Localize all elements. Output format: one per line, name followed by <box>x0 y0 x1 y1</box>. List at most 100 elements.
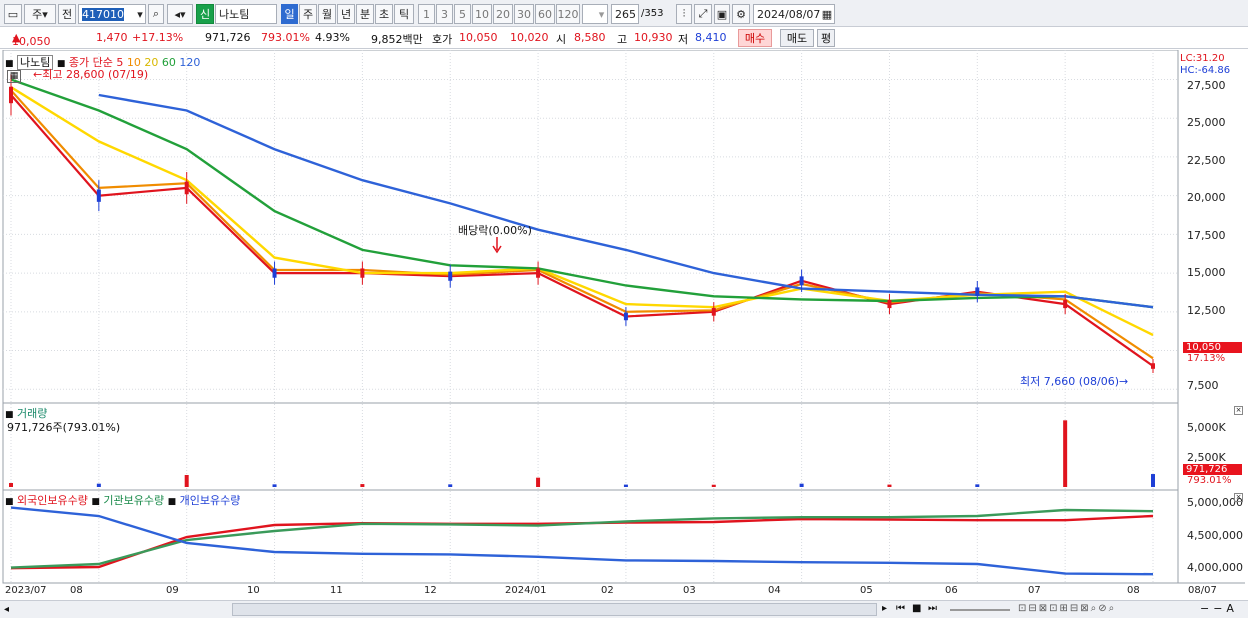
dividend-annotation: 배당락(0.00%) <box>458 224 532 237</box>
open-label: 시 <box>556 33 567 46</box>
candle <box>184 181 189 195</box>
candle <box>799 276 804 286</box>
volume-bar <box>711 484 716 487</box>
interval-1[interactable]: 1 <box>418 4 435 24</box>
volume-bar <box>9 483 13 487</box>
chart-canvas <box>2 50 1245 584</box>
close-icon[interactable]: × <box>1234 406 1243 415</box>
table-icon[interactable]: ▦ <box>7 70 21 83</box>
scrollbar[interactable]: ◂ ▸ ⏮ ■ ⏭ ⊡⊟⊠⊡⊞⊟⊠⌕⊘⌕ −−A <box>0 600 1248 618</box>
holding-legend: ■ 외국인보유수량 ■ 기관보유수량 ■ 개인보유수량 <box>5 494 241 507</box>
volume-frame <box>2 402 1179 491</box>
buy-button[interactable]: 매수 <box>738 29 772 47</box>
candle <box>448 271 453 281</box>
period-week[interactable]: 주 <box>299 4 317 24</box>
zoom-controls[interactable]: −−A <box>1200 602 1238 615</box>
legend-ma120: 120 <box>179 56 201 69</box>
volume-last-pct: 793.01% <box>1187 475 1232 486</box>
speaker-icon[interactable]: ◂▾ <box>167 4 193 24</box>
period-minute[interactable]: 분 <box>356 4 374 24</box>
x-tick: 10 <box>247 585 260 596</box>
gear-icon[interactable]: ⚙ <box>732 4 750 24</box>
last-price-tag: 10,050 <box>1183 342 1242 353</box>
price-tick: 17,500 <box>1187 229 1226 242</box>
prev-button[interactable]: 전 <box>58 4 76 24</box>
current-price: 10,050 ▲ <box>12 31 51 48</box>
x-tick: 03 <box>683 585 696 596</box>
holding-tick: 4,500,000 <box>1187 529 1243 542</box>
interval-3[interactable]: 3 <box>436 4 453 24</box>
x-tick: 11 <box>330 585 343 596</box>
scroll-thumb[interactable] <box>232 603 877 616</box>
sell-button[interactable]: 매도 <box>780 29 814 47</box>
forward-icon[interactable]: ⏭ <box>928 603 937 614</box>
volume-ratio: 793.01% <box>261 31 310 44</box>
volume-bar <box>623 484 628 487</box>
chevron-down-icon[interactable]: ▾ <box>134 4 146 24</box>
chevron-down-icon[interactable]: ▾ <box>595 4 608 24</box>
price-tick: 27,500 <box>1187 79 1226 92</box>
zoom-slider[interactable] <box>950 609 1010 611</box>
bid-label: 호가 <box>432 33 453 46</box>
eval-button[interactable]: 평 <box>817 29 835 47</box>
count-input[interactable]: 265 <box>611 4 639 24</box>
candle <box>9 86 13 104</box>
dividend-arrow <box>492 237 502 254</box>
volume-bar <box>360 484 365 487</box>
candle <box>1151 363 1155 369</box>
candle <box>96 189 101 202</box>
interval-5[interactable]: 5 <box>454 4 471 24</box>
candle <box>272 268 277 278</box>
volume-tick: 2,500K <box>1187 451 1226 464</box>
scroll-left-icon[interactable]: ◂ <box>4 604 9 615</box>
period-tick[interactable]: 틱 <box>394 4 414 24</box>
stock-code-value: 417010 <box>82 7 124 21</box>
stop-icon[interactable]: ■ <box>912 603 921 614</box>
x-tick: 08 <box>70 585 83 596</box>
legend-institution: 기관보유수량 <box>103 494 165 507</box>
interval-10[interactable]: 10 <box>472 4 492 24</box>
period-second[interactable]: 초 <box>375 4 393 24</box>
holding-line-2 <box>10 506 1154 576</box>
interval-20[interactable]: 20 <box>493 4 513 24</box>
volume-bar <box>887 484 892 487</box>
period-month[interactable]: 월 <box>318 4 336 24</box>
draw-icon[interactable]: ⤢ <box>694 4 712 24</box>
scroll-right-icon[interactable]: ▸ <box>882 603 887 614</box>
calendar-icon[interactable]: ▦ <box>819 4 835 24</box>
price-tick: 15,000 <box>1187 266 1226 279</box>
candle <box>360 268 365 278</box>
period-year[interactable]: 년 <box>337 4 355 24</box>
quote-bar: 10,050 ▲ 1,470 +17.13% 971,726 793.01% 4… <box>0 27 1248 49</box>
interval-120[interactable]: 120 <box>556 4 580 24</box>
chart-type-icon[interactable]: ▭ <box>4 4 22 24</box>
volume-bar <box>96 483 101 487</box>
price-tick: 25,000 <box>1187 116 1226 129</box>
stock-name-field[interactable]: 나노팀 <box>215 4 277 24</box>
search-icon[interactable]: ⌕ <box>148 4 164 24</box>
trade-amount: 9,852백만 <box>371 33 423 46</box>
rewind-icon[interactable]: ⏮ <box>896 603 905 614</box>
period-day[interactable]: 일 <box>281 4 298 24</box>
interval-30[interactable]: 30 <box>514 4 534 24</box>
high-label: 고 <box>617 33 628 46</box>
volume-last-tag: 971,726 <box>1183 464 1242 475</box>
x-tick: 09 <box>166 585 179 596</box>
volume-bar <box>1063 420 1068 487</box>
zoom-tool-icons[interactable]: ⊡⊟⊠⊡⊞⊟⊠⌕⊘⌕ <box>1018 603 1116 614</box>
volume-panel <box>9 420 1155 487</box>
candle-icon[interactable]: ⫶ <box>676 4 692 24</box>
volume-bar <box>799 483 804 487</box>
volume-value: 971,726 <box>205 31 251 44</box>
candle <box>1063 300 1068 309</box>
interval-60[interactable]: 60 <box>535 4 555 24</box>
volume-bar <box>1151 474 1155 487</box>
chart-area: ■ 나노팀 ■ 종가 단순 5 10 20 60 120 ▦ ←최고 28,60… <box>0 50 1248 621</box>
mode-select[interactable]: 주 ▾ <box>24 4 56 24</box>
price-tick: 22,500 <box>1187 154 1226 167</box>
holding-tick: 4,000,000 <box>1187 561 1243 574</box>
legend-ma60: 60 <box>161 56 176 69</box>
close-icon[interactable]: × <box>1234 493 1243 502</box>
save-icon[interactable]: ▣ <box>714 4 730 24</box>
holding-panel <box>10 506 1154 576</box>
